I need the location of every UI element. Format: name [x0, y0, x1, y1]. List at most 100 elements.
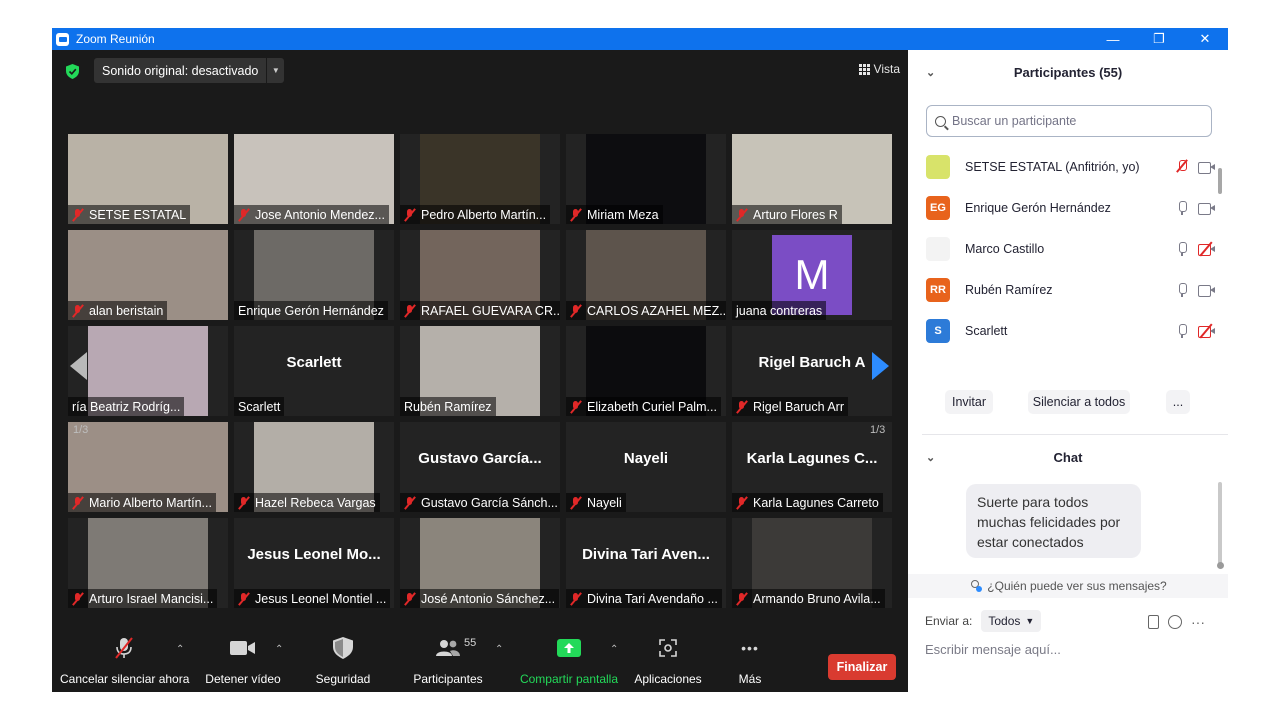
chat-message: Suerte para todos muchas felicidades por… — [966, 484, 1141, 558]
microphone-muted-icon — [570, 592, 582, 606]
unmute-label: Cancelar silenciar ahora — [60, 672, 190, 686]
send-to-dropdown[interactable]: Todos ▼ — [981, 610, 1042, 632]
share-screen-button[interactable]: Compartir pantalla — [518, 632, 620, 692]
participant-name-tag: Mario Alberto Martín... — [68, 493, 216, 512]
video-tile[interactable]: Armando Bruno Avila... — [732, 518, 892, 608]
participant-row[interactable]: SETSE ESTATAL (Anfitrión, yo) — [926, 146, 1216, 187]
video-tile[interactable]: Mario Alberto Martín... — [68, 422, 228, 512]
zoom-app-icon — [56, 32, 69, 46]
camera-icon[interactable] — [1198, 161, 1216, 174]
original-sound-toggle[interactable]: Sonido original: desactivado ▼ — [94, 58, 285, 83]
participant-name-tag: CARLOS AZAHEL MEZ... — [566, 301, 726, 320]
meeting-toolbar: Cancelar silenciar ahora ⌃ Detener vídeo… — [52, 632, 908, 692]
participant-name: Enrique Gerón Hernández — [238, 303, 384, 318]
video-tile[interactable]: Mjuana contreras — [732, 230, 892, 320]
microphone-icon[interactable] — [1174, 200, 1190, 216]
emoji-icon[interactable] — [1168, 615, 1182, 629]
camera-off-icon[interactable] — [1198, 322, 1216, 339]
share-options-caret-icon[interactable]: ⌃ — [610, 644, 618, 655]
participant-name-tag: Elizabeth Curiel Palm... — [566, 397, 721, 416]
view-button[interactable]: Vista — [858, 62, 900, 76]
chat-scrollbar[interactable] — [1218, 482, 1222, 568]
camera-off-icon[interactable] — [1198, 240, 1216, 257]
file-icon[interactable] — [1148, 615, 1159, 629]
microphone-muted-icon — [736, 400, 748, 414]
video-tile[interactable]: Gustavo García... Gustavo García Sánch... — [400, 422, 560, 512]
video-tile[interactable]: Divina Tari Aven... Divina Tari Avendaño … — [566, 518, 726, 608]
video-tile[interactable]: ría Beatriz Rodríg... — [68, 326, 228, 416]
video-tile[interactable]: Pedro Alberto Martín... — [400, 134, 560, 224]
participant-list: SETSE ESTATAL (Anfitrión, yo) EG Enrique G… — [908, 146, 1218, 352]
participant-row[interactable]: EG Enrique Gerón Hernández — [926, 187, 1216, 228]
participant-name-tag: Enrique Gerón Hernández — [234, 301, 388, 320]
video-tile[interactable]: Rubén Ramírez — [400, 326, 560, 416]
participant-search-input[interactable]: Buscar un participante — [926, 105, 1212, 137]
chat-more-icon[interactable]: ··· — [1191, 614, 1205, 630]
microphone-icon[interactable] — [1174, 241, 1190, 257]
microphone-icon[interactable] — [1174, 282, 1190, 298]
microphone-icon[interactable] — [1174, 323, 1190, 339]
encryption-shield-icon[interactable] — [66, 64, 79, 79]
participant-name-tag: Arturo Flores R — [732, 205, 842, 224]
collapse-chevron-icon[interactable]: ⌄ — [926, 66, 935, 79]
window-title: Zoom Reunión — [76, 32, 155, 46]
participant-name: SETSE ESTATAL (Anfitrión, yo) — [965, 159, 1140, 174]
minimize-button[interactable]: — — [1090, 28, 1136, 50]
chat-title: Chat — [1053, 449, 1083, 465]
previous-page-arrow-icon[interactable] — [70, 352, 87, 380]
chat-collapse-chevron-icon[interactable]: ⌄ — [926, 451, 935, 464]
stop-video-button[interactable]: Detener vídeo — [198, 632, 288, 692]
participant-name-tag: juana contreras — [732, 301, 827, 320]
participant-list-scrollbar[interactable] — [1218, 168, 1222, 378]
camera-icon[interactable] — [1198, 202, 1216, 215]
camera-icon[interactable] — [1198, 284, 1216, 297]
unmute-button[interactable]: Cancelar silenciar ahora — [60, 632, 190, 692]
mute-all-button[interactable]: Silenciar a todos — [1028, 390, 1130, 414]
close-button[interactable]: ✕ — [1182, 28, 1228, 50]
chevron-down-icon[interactable]: ▼ — [266, 58, 284, 83]
video-tile[interactable]: Hazel Rebeca Vargas — [234, 422, 394, 512]
video-tile[interactable]: RAFAEL GUEVARA CR... — [400, 230, 560, 320]
invite-button[interactable]: Invitar — [945, 390, 993, 414]
video-tile[interactable]: Nayeli Nayeli — [566, 422, 726, 512]
video-tile[interactable]: Jose Antonio Mendez... — [234, 134, 394, 224]
chevron-down-icon: ▼ — [1025, 616, 1035, 626]
microphone-muted-icon[interactable] — [1174, 159, 1190, 175]
security-button[interactable]: Seguridad — [304, 632, 382, 692]
message-visibility-info[interactable]: ¿Quién puede ver sus mensajes? — [908, 574, 1228, 598]
video-tile[interactable]: Miriam Meza — [566, 134, 726, 224]
video-tile[interactable]: Jesus Leonel Mo... Jesus Leonel Montiel .… — [234, 518, 394, 608]
participant-row[interactable]: Marco Castillo — [926, 228, 1216, 269]
participant-name: Gustavo García Sánch... — [421, 495, 558, 510]
next-page-arrow-icon[interactable] — [872, 352, 889, 380]
video-tile[interactable]: Scarlett Scarlett — [234, 326, 394, 416]
audio-options-caret-icon[interactable]: ⌃ — [176, 644, 184, 655]
apps-button[interactable]: Aplicaciones — [630, 632, 706, 692]
video-tile[interactable]: SETSE ESTATAL — [68, 134, 228, 224]
chat-message-input[interactable]: Escribir mensaje aquí... — [925, 642, 1061, 657]
participants-options-caret-icon[interactable]: ⌃ — [495, 644, 503, 655]
video-tile[interactable]: José Antonio Sánchez... — [400, 518, 560, 608]
video-tile[interactable]: Karla Lagunes C... Karla Lagunes Carreto — [732, 422, 892, 512]
microphone-muted-icon — [115, 637, 133, 659]
video-tile[interactable]: CARLOS AZAHEL MEZ... — [566, 230, 726, 320]
chat-tools: ··· — [1148, 614, 1205, 630]
video-tile[interactable]: Arturo Flores R — [732, 134, 892, 224]
grid-view-icon — [858, 63, 870, 75]
participant-name: Rigel Baruch Arr — [753, 399, 845, 414]
video-tile[interactable]: Arturo Israel Mancisi... — [68, 518, 228, 608]
video-tile[interactable]: Elizabeth Curiel Palm... — [566, 326, 726, 416]
video-tile[interactable]: Enrique Gerón Hernández — [234, 230, 394, 320]
microphone-muted-icon — [736, 208, 748, 222]
participant-actions: Invitar Silenciar a todos ... — [908, 390, 1228, 416]
participant-row[interactable]: RR Rubén Ramírez — [926, 269, 1216, 310]
participant-row[interactable]: S Scarlett — [926, 310, 1216, 351]
more-options-button[interactable]: ... — [1166, 390, 1190, 414]
video-options-caret-icon[interactable]: ⌃ — [275, 644, 283, 655]
chat-scroll-handle[interactable] — [1217, 562, 1224, 569]
video-tile[interactable]: alan beristain — [68, 230, 228, 320]
restore-button[interactable]: ❐ — [1136, 28, 1182, 50]
more-button[interactable]: ••• Más — [730, 632, 770, 692]
video-tile[interactable]: Rigel Baruch A Rigel Baruch Arr — [732, 326, 892, 416]
end-meeting-button[interactable]: Finalizar — [828, 654, 896, 680]
